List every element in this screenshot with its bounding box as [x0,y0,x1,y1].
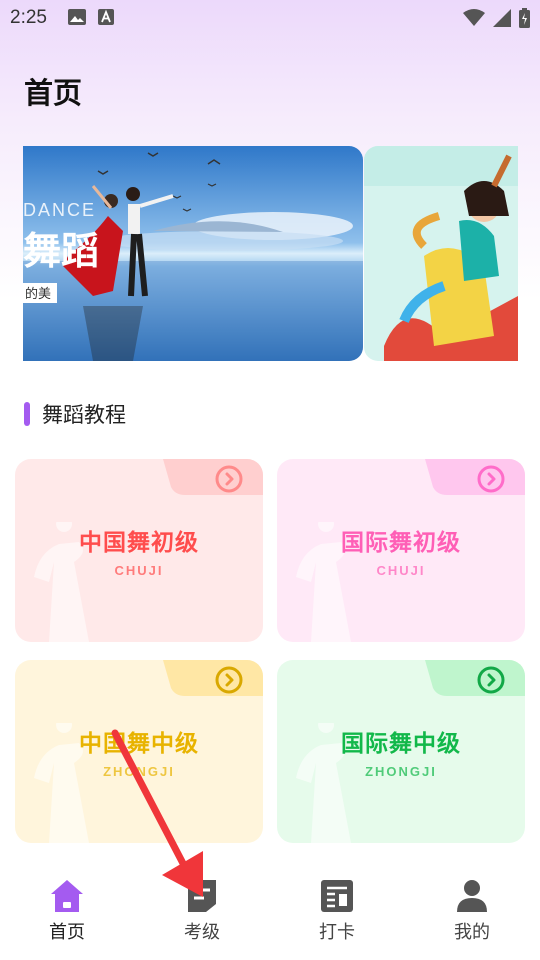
card-title: 国际舞中级 [341,731,461,757]
tab-profile[interactable]: 我的 [422,878,522,944]
chevron-right-circle-icon[interactable] [215,666,243,694]
chevron-right-circle-icon[interactable] [477,666,505,694]
tab-label: 打卡 [319,922,355,943]
card-international-dance-intermediate[interactable]: 国际舞中级 ZHONGJI [277,660,525,843]
status-time: 2:25 [10,7,47,28]
card-title: 中国舞初级 [79,530,199,556]
font-a-icon [98,9,114,25]
chevron-right-circle-icon[interactable] [215,465,243,493]
battery-icon [519,8,530,28]
tab-exam[interactable]: 考级 [152,878,252,944]
section-title: 舞蹈教程 [42,403,126,427]
banner-dance-cn-text: 舞蹈 [23,229,99,273]
card-chinese-dance-beginner[interactable]: 中国舞初级 CHUJI [15,459,263,642]
section-accent-bar [24,402,30,426]
image-icon [68,9,86,25]
signal-icon [493,9,511,27]
bottom-tab-bar: 首页 考级 打卡 我的 [0,862,540,960]
card-subtitle: ZHONGJI [365,764,437,779]
tab-home[interactable]: 首页 [17,878,117,944]
tab-label: 考级 [184,922,220,943]
banner-dance-couple[interactable]: DANCE 舞蹈 的美 [23,146,363,361]
page-title: 首页 [24,76,83,110]
document-icon [188,880,216,912]
card-tab-decoration [163,459,263,495]
section-header-tutorials: 舞蹈教程 [24,399,126,429]
news-icon [321,880,353,912]
card-subtitle: CHUJI [114,563,164,578]
card-international-dance-beginner[interactable]: 国际舞初级 CHUJI [277,459,525,642]
card-subtitle: CHUJI [376,563,426,578]
card-tab-decoration [425,660,525,696]
tab-label: 首页 [49,922,85,943]
card-tab-decoration [163,660,263,696]
card-title: 国际舞初级 [341,530,461,556]
banner-dance-en-text: DANCE [23,200,96,220]
banner-dancer-illustration-image [364,146,518,361]
banner-dance-couple-image: DANCE 舞蹈 的美 [23,146,363,361]
banner-dancer-illustration[interactable] [364,146,518,361]
card-tab-decoration [425,459,525,495]
card-subtitle: ZHONGJI [103,764,175,779]
chevron-right-circle-icon[interactable] [477,465,505,493]
home-icon [51,880,83,912]
card-chinese-dance-intermediate[interactable]: 中国舞中级 ZHONGJI [15,660,263,843]
tab-label: 我的 [454,922,490,943]
tab-checkin[interactable]: 打卡 [287,878,387,944]
banner-beauty-text: 的美 [25,286,51,302]
status-bar: 2:25 [0,0,540,36]
card-title: 中国舞中级 [79,731,199,757]
person-icon [457,880,487,912]
wifi-icon [463,9,485,26]
